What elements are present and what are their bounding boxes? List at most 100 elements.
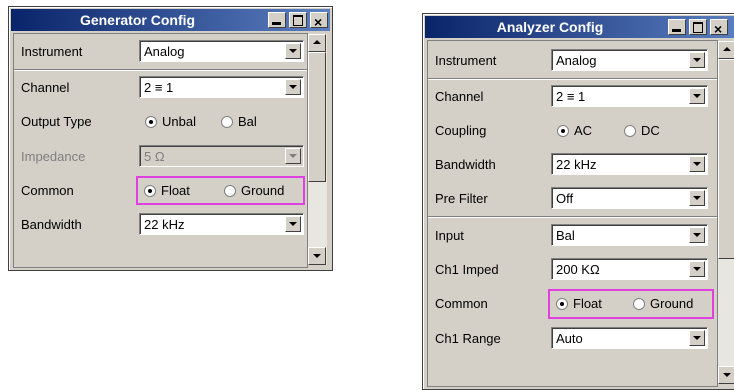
input-select[interactable]: Bal xyxy=(551,224,708,246)
output-type-label: Output Type xyxy=(21,114,92,129)
minimize-icon[interactable] xyxy=(668,19,686,35)
analyzer-titlebar[interactable]: Analyzer Config × xyxy=(425,16,734,38)
analyzer-settings-panel: Instrument Analog Channel 2 ≡ 1 Coupling… xyxy=(427,40,718,387)
channel-select[interactable]: 2 ≡ 1 xyxy=(139,76,304,98)
analyzer-config-window: Analyzer Config × Instrument Analog Chan… xyxy=(422,13,734,390)
generator-row-channel: Channel 2 ≡ 1 xyxy=(14,71,307,104)
channel-label: Channel xyxy=(21,80,70,95)
ch1-imped-label: Ch1 Imped xyxy=(435,262,499,277)
coupling-dc-radio[interactable]: DC xyxy=(624,123,660,138)
bandwidth-select[interactable]: 22 kHz xyxy=(139,213,304,235)
scroll-thumb[interactable] xyxy=(308,52,326,182)
instrument-label: Instrument xyxy=(21,44,83,59)
generator-settings-panel: Instrument Analog Channel 2 ≡ 1 Output T… xyxy=(13,33,308,268)
radio-icon xyxy=(224,185,236,197)
common-float-radio[interactable]: Float xyxy=(556,296,602,311)
pre-filter-value: Off xyxy=(556,191,574,206)
analyzer-row-pre-filter: Pre Filter Off xyxy=(428,182,717,215)
scroll-thumb[interactable] xyxy=(718,59,734,259)
channel-value: 2 ≡ 1 xyxy=(144,80,174,95)
input-value: Bal xyxy=(556,228,575,243)
generator-scrollbar[interactable] xyxy=(308,34,327,265)
dc-label: DC xyxy=(641,123,660,138)
ground-label: Ground xyxy=(241,183,285,198)
analyzer-row-channel: Channel 2 ≡ 1 xyxy=(428,80,717,113)
impedance-label: Impedance xyxy=(21,149,86,164)
input-label: Input xyxy=(435,228,464,243)
common-float-radio[interactable]: Float xyxy=(144,183,190,198)
generator-config-window: Generator Config × Instrument Analog Cha… xyxy=(8,6,333,271)
close-icon[interactable]: × xyxy=(710,19,728,37)
instrument-value: Analog xyxy=(144,44,185,59)
maximize-icon[interactable] xyxy=(289,12,307,28)
coupling-ac-radio[interactable]: AC xyxy=(557,123,592,138)
dropdown-arrow-icon[interactable] xyxy=(689,52,705,68)
close-icon[interactable]: × xyxy=(310,12,328,30)
bal-label: Bal xyxy=(238,114,257,129)
ch1-range-select[interactable]: Auto xyxy=(551,327,708,349)
generator-row-bandwidth: Bandwidth 22 kHz xyxy=(14,208,307,241)
ch1-imped-select[interactable]: 200 KΩ xyxy=(551,258,708,280)
common-label: Common xyxy=(435,296,488,311)
common-ground-radio[interactable]: Ground xyxy=(224,183,284,198)
impedance-select: 5 Ω xyxy=(139,145,304,167)
float-label: Float xyxy=(161,183,190,198)
dropdown-arrow-icon[interactable] xyxy=(689,190,705,206)
dropdown-arrow-icon[interactable] xyxy=(285,216,301,232)
output-bal-radio[interactable]: Bal xyxy=(221,114,257,129)
dropdown-arrow-icon[interactable] xyxy=(689,330,705,346)
radio-icon xyxy=(221,116,233,128)
minimize-icon[interactable] xyxy=(268,12,286,28)
analyzer-row-input: Input Bal xyxy=(428,219,717,252)
radio-icon xyxy=(557,125,569,137)
radio-icon xyxy=(144,185,156,197)
analyzer-scrollbar[interactable] xyxy=(718,41,734,384)
bandwidth-label: Bandwidth xyxy=(21,217,82,232)
dropdown-arrow-icon[interactable] xyxy=(689,261,705,277)
scroll-down-icon[interactable] xyxy=(308,247,326,265)
analyzer-row-common: Common Float Ground xyxy=(428,287,717,320)
radio-icon xyxy=(145,116,157,128)
scroll-down-icon[interactable] xyxy=(718,366,734,384)
radio-icon xyxy=(633,298,645,310)
analyzer-row-ch1-imped: Ch1 Imped 200 KΩ xyxy=(428,253,717,286)
generator-row-instrument: Instrument Analog xyxy=(14,35,307,68)
generator-title: Generator Config xyxy=(79,12,196,28)
bandwidth-label: Bandwidth xyxy=(435,157,496,172)
generator-titlebar[interactable]: Generator Config × xyxy=(11,9,330,31)
analyzer-row-bandwidth: Bandwidth 22 kHz xyxy=(428,148,717,181)
generator-row-impedance: Impedance 5 Ω xyxy=(14,140,307,173)
analyzer-row-instrument: Instrument Analog xyxy=(428,44,717,77)
dropdown-arrow-icon[interactable] xyxy=(689,88,705,104)
generator-row-output-type: Output Type Unbal Bal xyxy=(14,105,307,138)
coupling-label: Coupling xyxy=(435,123,487,138)
dropdown-arrow-icon[interactable] xyxy=(689,227,705,243)
scroll-up-icon[interactable] xyxy=(308,34,326,52)
instrument-select[interactable]: Analog xyxy=(551,49,708,71)
bandwidth-value: 22 kHz xyxy=(144,217,185,232)
channel-select[interactable]: 2 ≡ 1 xyxy=(551,85,708,107)
common-ground-radio[interactable]: Ground xyxy=(633,296,693,311)
ground-label: Ground xyxy=(650,296,694,311)
bandwidth-value: 22 kHz xyxy=(556,157,597,172)
instrument-label: Instrument xyxy=(435,53,497,68)
float-label: Float xyxy=(573,296,602,311)
instrument-select[interactable]: Analog xyxy=(139,40,304,62)
pre-filter-label: Pre Filter xyxy=(435,191,488,206)
bandwidth-select[interactable]: 22 kHz xyxy=(551,153,708,175)
impedance-value: 5 Ω xyxy=(144,149,165,164)
generator-row-common: Common Float Ground xyxy=(14,174,307,207)
dropdown-arrow-icon[interactable] xyxy=(689,156,705,172)
analyzer-row-ch1-range: Ch1 Range Auto xyxy=(428,322,717,355)
output-unbal-radio[interactable]: Unbal xyxy=(145,114,196,129)
channel-label: Channel xyxy=(435,89,484,104)
dropdown-arrow-icon xyxy=(285,148,301,164)
scroll-up-icon[interactable] xyxy=(718,41,734,59)
radio-icon xyxy=(624,125,636,137)
dropdown-arrow-icon[interactable] xyxy=(285,79,301,95)
ch1-range-label: Ch1 Range xyxy=(435,331,501,346)
pre-filter-select[interactable]: Off xyxy=(551,187,708,209)
maximize-icon[interactable] xyxy=(689,19,707,35)
dropdown-arrow-icon[interactable] xyxy=(285,43,301,59)
unbal-label: Unbal xyxy=(162,114,196,129)
